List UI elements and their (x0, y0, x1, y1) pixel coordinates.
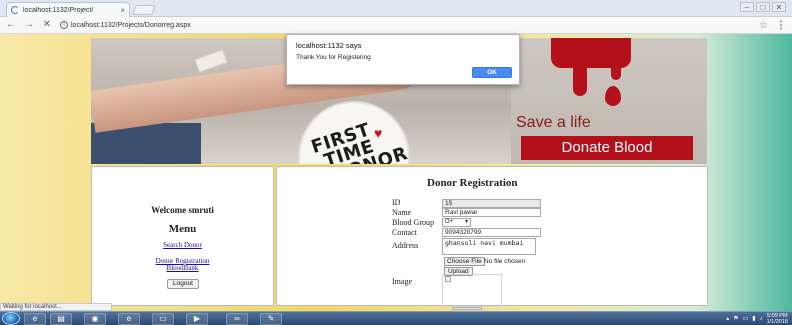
logout-button[interactable]: Logout (167, 279, 199, 289)
banner-slogan: Save a life (516, 114, 591, 131)
system-tray: ▴ ⚑ ▭ ▮ ♪ 5:09 PM 1/1/2018 (670, 312, 792, 325)
media-player-icon[interactable]: ▶ (186, 313, 208, 325)
ok-button[interactable]: OK (472, 67, 512, 78)
submit-button[interactable] (452, 307, 482, 310)
welcome-text: Welcome smruti (151, 205, 214, 215)
image-preview (442, 274, 502, 307)
image-label: Image (392, 277, 412, 286)
badge-text: FIRST TIME DONOR (309, 112, 411, 164)
chrome-icon[interactable]: ◉ (84, 313, 106, 325)
address-textarea[interactable]: ghansoli navi mumbai (442, 238, 536, 255)
blood-drop-icon (605, 86, 621, 106)
dialog-title: localhost:1132 says (296, 41, 362, 50)
browser-menu-icon[interactable]: ⋮ (776, 20, 786, 31)
bookmark-star-icon[interactable]: ☆ (759, 20, 768, 31)
browser-status-bubble: Waiting for localhost... (0, 303, 112, 311)
registration-form-panel: Donor Registration ID 15 Name Ravi pawar… (276, 166, 708, 310)
name-label: Name (392, 208, 412, 217)
minimize-button[interactable]: – (740, 2, 754, 12)
dropdown-arrow-icon: ▾ (464, 219, 468, 225)
tray-arrow-icon[interactable]: ▴ (726, 315, 729, 322)
site-info-icon[interactable]: i (60, 21, 68, 29)
tray-volume-icon[interactable]: ♪ (760, 316, 763, 322)
form-title: Donor Registration (427, 177, 518, 189)
name-field[interactable]: Ravi pawar (442, 208, 541, 217)
blood-drip (573, 38, 587, 96)
banner-bandage (194, 49, 228, 73)
menu-heading: Menu (168, 223, 197, 235)
address-label: Address (392, 241, 419, 250)
blood-group-label: Blood Group (392, 218, 434, 227)
clock-date: 1/1/2018 (766, 318, 788, 325)
tray-monitor-icon[interactable]: ▭ (743, 315, 749, 322)
broken-image-icon (445, 276, 451, 282)
ie-icon[interactable]: e (118, 313, 140, 325)
paint-icon[interactable]: ✎ (260, 313, 282, 325)
id-field[interactable]: 15 (442, 199, 541, 208)
window-controls: – □ ✕ (740, 2, 786, 12)
network-icon[interactable]: ▭ (152, 313, 174, 325)
browser-tab[interactable]: localhost:1132/Project/ × (6, 2, 130, 17)
link-search-donor[interactable]: Search Donor (92, 241, 273, 249)
sidebar-panel: Welcome smruti Menu Search Donor Donor R… (91, 166, 274, 306)
stop-reload-button[interactable]: ✕ (42, 20, 52, 30)
address-bar[interactable]: i localhost:1132/Projects/Donorreg.aspx (60, 19, 751, 32)
alert-dialog: localhost:1132 says Thank You for Regist… (286, 34, 520, 85)
windows-taskbar: e ▤ ◉ e ▭ ▶ ∞ ✎ ▴ ⚑ ▭ ▮ ♪ 5:09 PM 1/1/20… (0, 311, 792, 325)
first-time-donor-badge: FIRST TIME DONOR ♥ ♥ (298, 101, 410, 164)
visual-studio-icon[interactable]: ∞ (226, 313, 248, 325)
blood-group-value: O+ (445, 219, 454, 225)
clock-time: 5:09 PM (767, 312, 788, 319)
browser-toolbar: ← → ✕ i localhost:1132/Projects/Donorreg… (0, 17, 792, 34)
blood-drip (611, 38, 621, 80)
contact-label: Contact (392, 228, 417, 237)
id-label: ID (392, 198, 401, 207)
maximize-button[interactable]: □ (756, 2, 770, 12)
tray-signal-icon[interactable]: ▮ (752, 315, 755, 322)
ie-icon[interactable]: e (24, 313, 46, 325)
heart-icon: ♥ (374, 125, 383, 141)
contact-field[interactable]: 9094320799 (442, 228, 541, 237)
link-bloodbank[interactable]: BloodBank (92, 264, 273, 272)
choose-file-button[interactable]: Choose File (444, 257, 485, 266)
start-button[interactable] (2, 312, 20, 325)
tab-close-icon[interactable]: × (120, 6, 125, 15)
close-window-button[interactable]: ✕ (772, 2, 786, 12)
donate-blood-label: Donate Blood (521, 136, 693, 160)
heart-icon: ♥ (380, 161, 387, 164)
back-button[interactable]: ← (6, 20, 16, 30)
blood-group-select[interactable]: O+ ▾ (442, 218, 471, 227)
loading-spinner-icon (11, 6, 19, 14)
new-tab-button[interactable] (132, 5, 156, 15)
forward-button[interactable]: → (24, 20, 34, 30)
file-status-text: No file chosen (484, 258, 526, 265)
explorer-folder-icon[interactable]: ▤ (50, 313, 72, 325)
tab-title: localhost:1132/Project/ (23, 6, 94, 14)
browser-tabstrip: localhost:1132/Project/ × – □ ✕ (0, 0, 792, 17)
clock[interactable]: 5:09 PM 1/1/2018 (767, 313, 788, 325)
url-text[interactable]: localhost:1132/Projects/Donorreg.aspx (71, 22, 191, 29)
dialog-message: Thank You for Registering (296, 54, 371, 61)
tray-flag-icon[interactable]: ⚑ (733, 315, 738, 322)
